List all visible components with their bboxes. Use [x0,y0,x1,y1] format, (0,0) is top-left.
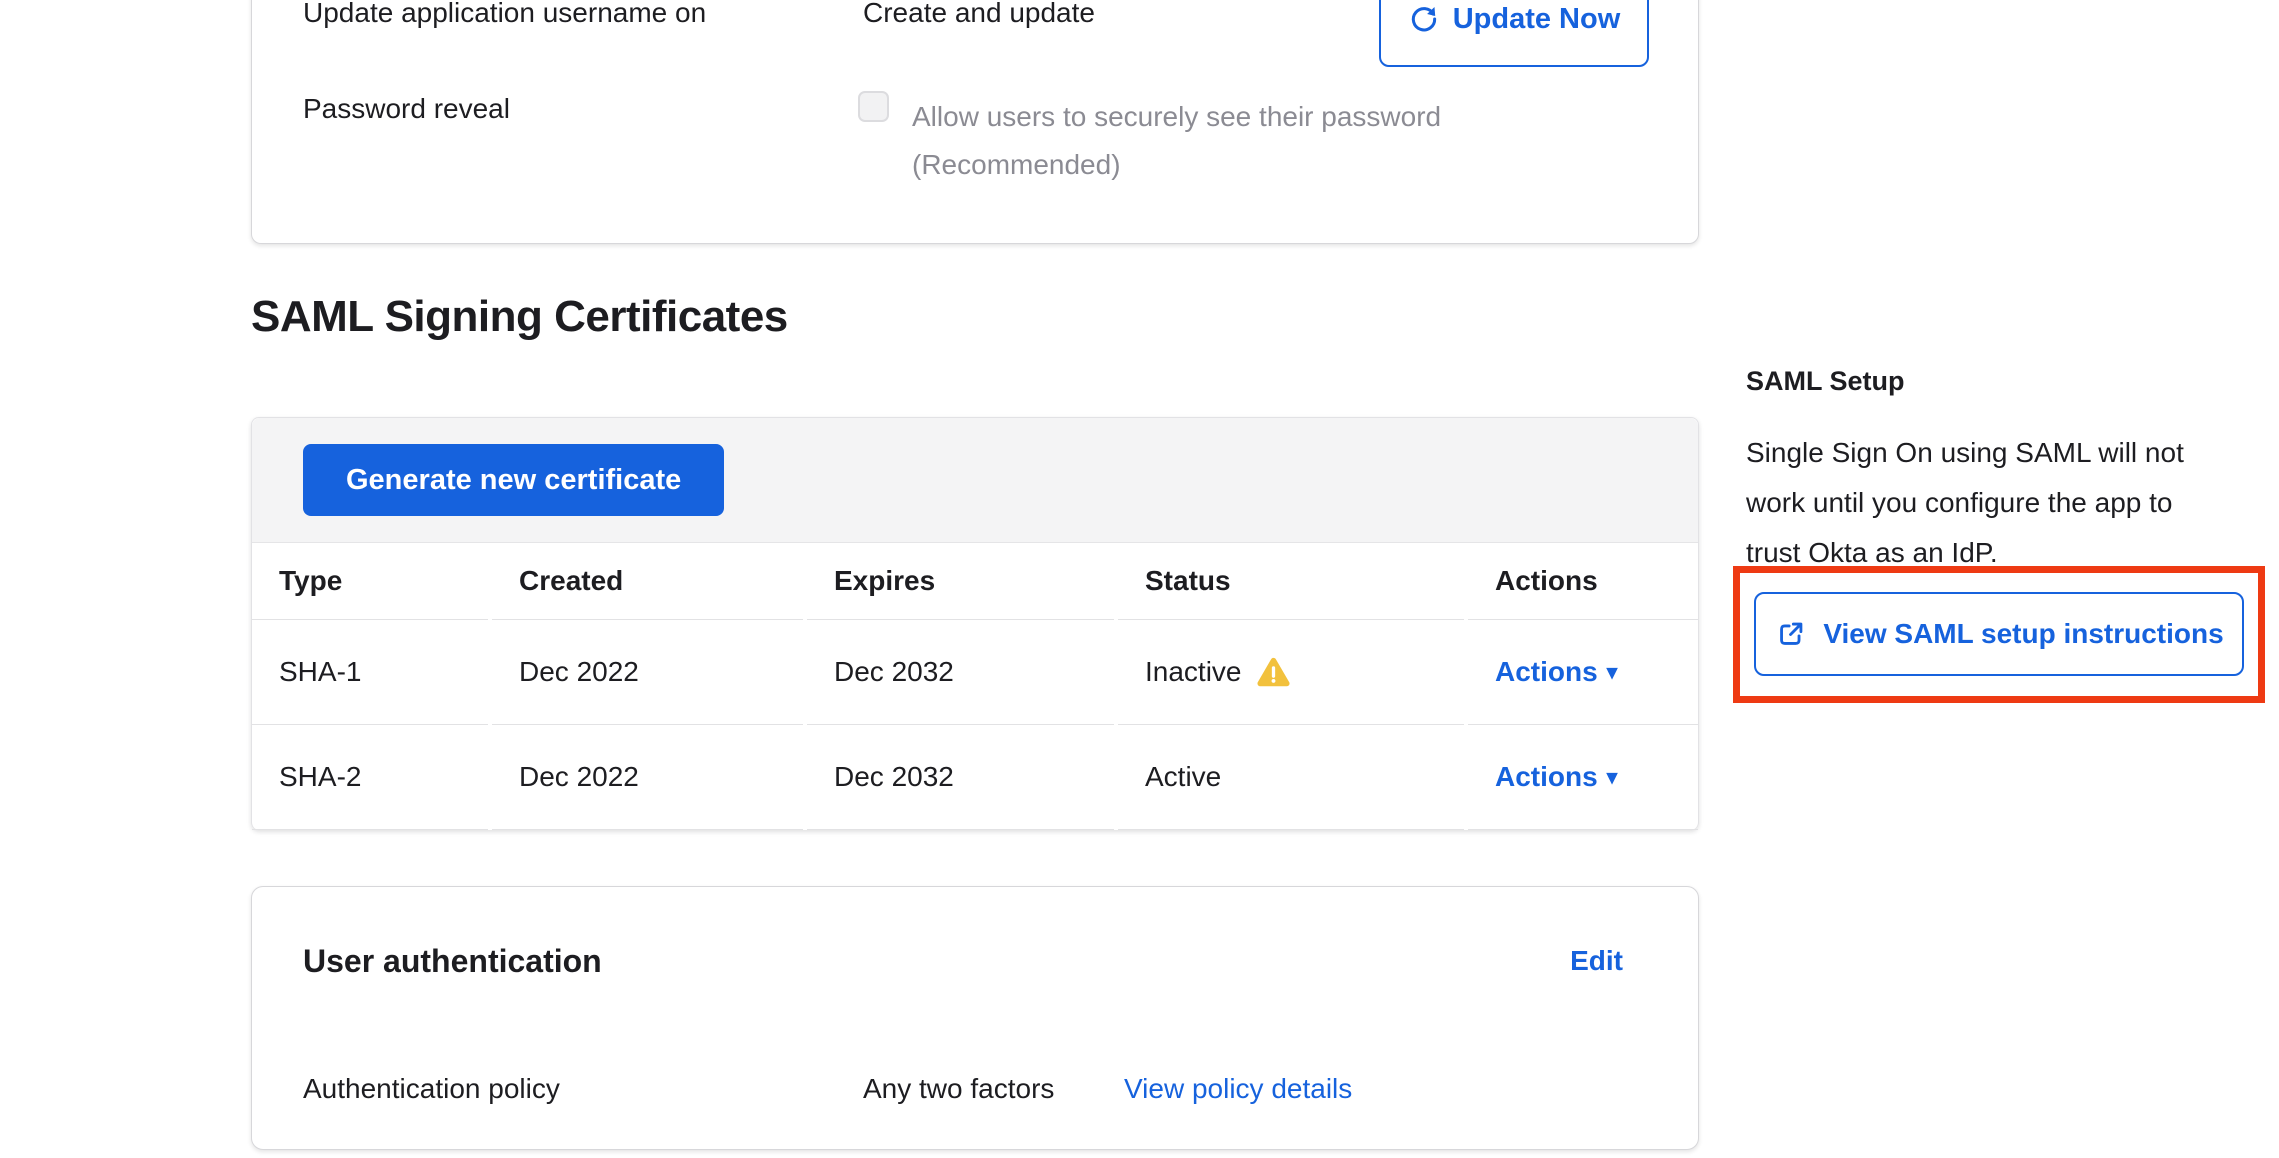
cert-status-cell: Active [1118,725,1464,830]
view-saml-label: View SAML setup instructions [1823,618,2223,650]
cert-expires-cell: Dec 2032 [807,725,1114,830]
col-header-expires: Expires [807,543,1114,620]
user-authentication-heading: User authentication [303,943,602,980]
cert-type-cell: SHA-1 [252,620,488,725]
user-authentication-card: User authentication Edit Authentication … [251,886,1699,1150]
page: Update application username on Create an… [0,0,2279,1158]
saml-signing-certificates-heading: SAML Signing Certificates [251,292,788,342]
actions-dropdown[interactable]: Actions ▾ [1495,761,1617,793]
saml-setup-description: Single Sign On using SAML will not work … [1746,428,2236,578]
caret-down-icon: ▾ [1607,765,1618,790]
cert-type-cell: SHA-2 [252,725,488,830]
red-highlight-annotation: View SAML setup instructions [1733,566,2265,703]
update-now-label: Update Now [1453,3,1621,36]
password-reveal-checkbox-label: Allow users to securely see their passwo… [912,93,1532,189]
col-header-type: Type [252,543,488,620]
generate-new-certificate-button[interactable]: Generate new certificate [303,444,724,516]
col-header-actions: Actions [1468,543,1698,620]
certificates-panel-header: Generate new certificate [252,418,1698,543]
sign-on-settings-card: Update application username on Create an… [251,0,1699,244]
saml-setup-heading: SAML Setup [1746,366,1905,397]
external-link-icon [1774,617,1808,651]
cert-expires-cell: Dec 2032 [807,620,1114,725]
col-header-created: Created [492,543,803,620]
cert-actions-cell: Actions ▾ [1468,725,1698,830]
warning-icon [1257,656,1290,689]
cert-created-cell: Dec 2022 [492,725,803,830]
view-policy-details-link[interactable]: View policy details [1124,1073,1352,1105]
cert-table-row-sha1: SHA-1 Dec 2022 Dec 2032 Inactive Actions… [252,620,1698,725]
cert-status-text: Inactive [1145,656,1242,688]
actions-dropdown[interactable]: Actions ▾ [1495,656,1617,688]
actions-label: Actions [1495,656,1598,688]
update-username-on-value: Create and update [863,0,1095,29]
actions-label: Actions [1495,761,1598,793]
update-username-on-label: Update application username on [303,0,706,29]
edit-link[interactable]: Edit [1570,945,1623,977]
refresh-icon [1408,3,1440,35]
cert-actions-cell: Actions ▾ [1468,620,1698,725]
password-reveal-label: Password reveal [303,93,510,125]
authentication-policy-label: Authentication policy [303,1073,560,1105]
view-saml-setup-instructions-button[interactable]: View SAML setup instructions [1754,592,2244,676]
cert-table-row-sha2: SHA-2 Dec 2022 Dec 2032 Active Actions ▾ [252,725,1698,830]
cert-status-text: Active [1145,761,1221,793]
password-reveal-checkbox[interactable] [858,91,889,122]
cert-table-header-row: Type Created Expires Status Actions [252,543,1698,620]
certificates-panel: Generate new certificate Type Created Ex… [251,417,1699,830]
cert-status-cell: Inactive [1118,620,1464,725]
cert-created-cell: Dec 2022 [492,620,803,725]
col-header-status: Status [1118,543,1464,620]
update-now-button[interactable]: Update Now [1379,0,1649,67]
authentication-policy-value: Any two factors [863,1073,1054,1105]
caret-down-icon: ▾ [1607,660,1618,685]
